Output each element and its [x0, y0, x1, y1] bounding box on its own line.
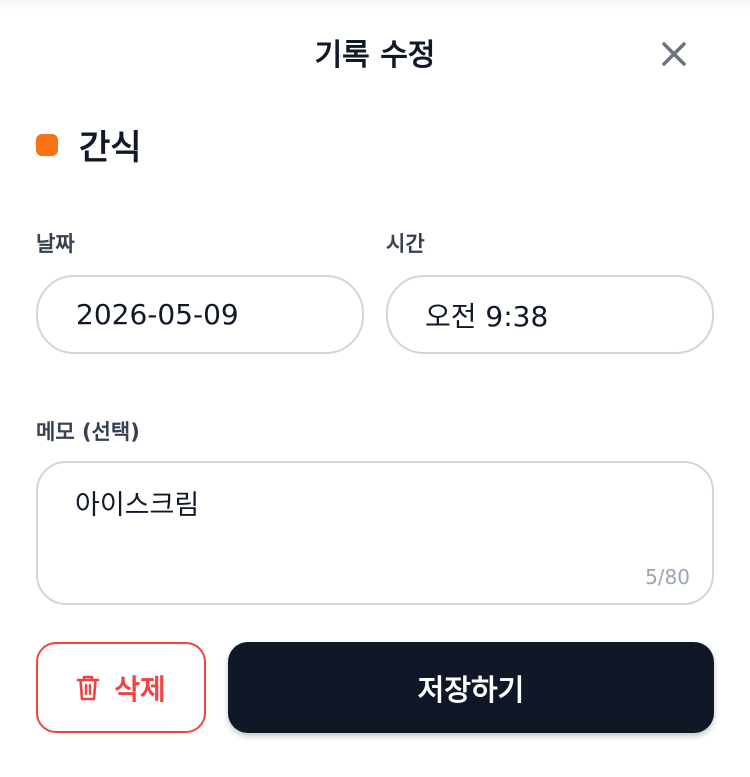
save-button[interactable]: 저장하기 — [228, 642, 714, 733]
time-value: 오전 9:38 — [425, 299, 549, 333]
category-indicator: 간식 — [36, 120, 142, 169]
trash-icon — [76, 675, 100, 700]
time-label: 시간 — [386, 232, 425, 256]
close-icon — [662, 42, 686, 66]
category-label: 간식 — [79, 128, 142, 168]
memo-textarea[interactable]: 아이스크림 5/80 — [36, 461, 714, 605]
date-label: 날짜 — [36, 232, 75, 256]
memo-label: 메모 (선택) — [36, 420, 140, 444]
delete-label: 삭제 — [114, 672, 166, 706]
close-button[interactable] — [654, 34, 694, 74]
top-edge — [0, 0, 750, 10]
date-value: 2026-05-09 — [76, 298, 239, 331]
date-field[interactable]: 2026-05-09 — [36, 275, 364, 354]
save-label: 저장하기 — [417, 672, 525, 707]
delete-button[interactable]: 삭제 — [36, 642, 206, 733]
page-title: 기록 수정 — [314, 38, 436, 73]
time-field[interactable]: 오전 9:38 — [386, 275, 714, 354]
memo-char-count: 5/80 — [645, 565, 690, 589]
memo-value: 아이스크림 — [75, 490, 200, 521]
category-color-dot — [36, 133, 58, 156]
